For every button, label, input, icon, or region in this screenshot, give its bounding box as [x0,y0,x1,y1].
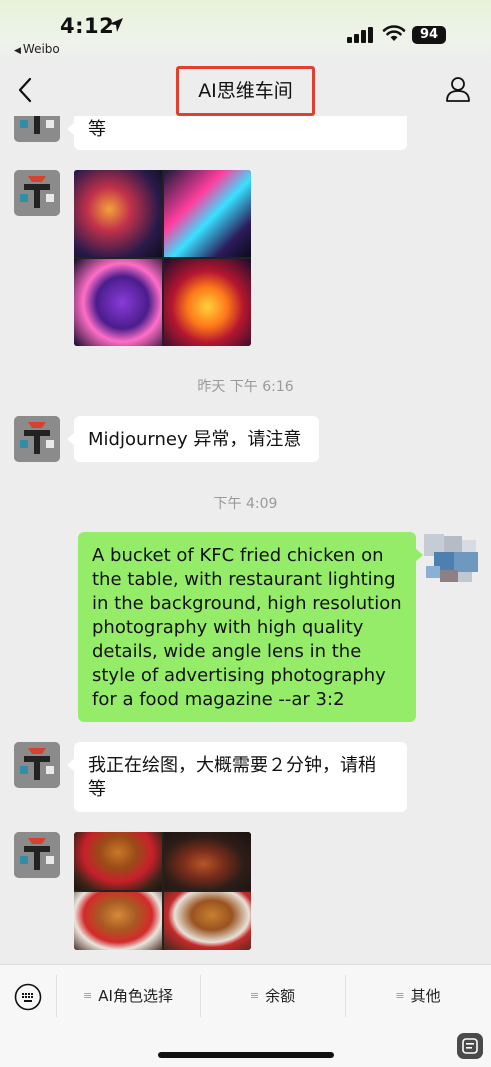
menu-dash-icon: ≡ [249,989,260,1002]
chat-message-list[interactable]: 等 昨天 下午 6:16 Midjourney 异常，请注意 下午 4:09 A… [0,116,491,964]
menu-label: AI角色选择 [98,987,173,1005]
back-chevron-icon[interactable] [16,76,34,104]
menu-ai-role-select[interactable]: ≡ AI角色选择 [56,965,200,1027]
anime-image-tile [74,259,162,346]
profile-icon[interactable] [445,76,471,102]
bottom-menu-bar: ≡ AI角色选择 ≡ 余额 ≡ 其他 [0,964,491,1067]
anime-image-tile [74,170,162,257]
timestamp: 下午 4:09 [213,496,278,512]
status-time: 4:12 [60,14,115,38]
chat-navbar: AI思维车间 [0,64,491,116]
timestamp: 昨天 下午 6:16 [197,379,294,395]
bot-avatar[interactable] [14,832,60,878]
battery-indicator: 94 [412,26,446,44]
chat-title: AI思维车间 [198,80,293,102]
keyboard-icon[interactable] [14,983,42,1011]
message-bubble-bot[interactable]: Midjourney 异常，请注意 [67,416,319,462]
status-bar: 4:12 ◀ Weibo 94 [0,0,491,64]
chicken-image-tile [163,832,251,890]
bot-avatar[interactable] [14,116,60,142]
anime-image-tile [163,170,251,257]
menu-balance[interactable]: ≡ 余额 [200,965,345,1027]
user-avatar[interactable] [420,526,484,584]
chicken-image-tile [163,892,251,950]
image-message-fried-chicken-grid[interactable] [74,832,251,950]
title-highlight-box: AI思维车间 [176,66,315,116]
signal-icon [347,27,373,43]
menu-label: 余额 [265,987,296,1005]
location-arrow-icon [109,18,123,32]
menu-other[interactable]: ≡ 其他 [345,965,491,1027]
chicken-image-tile [74,892,162,950]
side-tool-icon[interactable] [457,1033,483,1059]
menu-dash-icon: ≡ [83,989,93,1002]
message-bubble-user[interactable]: A bucket of KFC fried chicken on the tab… [78,532,423,722]
bot-avatar[interactable] [14,416,60,462]
message-text: A bucket of KFC fried chicken on the tab… [92,545,402,710]
chicken-image-tile [74,832,162,890]
anime-image-tile [163,259,251,346]
back-app-label: Weibo [22,42,60,56]
wifi-icon [382,25,406,41]
menu-dash-icon: ≡ [395,989,405,1002]
message-text: 我正在绘图，大概需要２分钟，请稍等 [88,755,376,800]
back-to-app-link[interactable]: ◀ Weibo [14,42,60,56]
message-bubble-bot[interactable]: 我正在绘图，大概需要２分钟，请稍等 [67,742,407,812]
message-text: Midjourney 异常，请注意 [88,429,302,450]
bot-avatar[interactable] [14,170,60,216]
message-bubble-bot[interactable]: 等 [67,116,407,150]
image-message-anime-grid[interactable] [74,170,251,346]
home-indicator[interactable] [158,1052,334,1058]
back-triangle-icon: ◀ [14,46,21,56]
message-text: 等 [88,119,106,140]
menu-label: 其他 [410,987,441,1005]
bot-avatar[interactable] [14,742,60,788]
